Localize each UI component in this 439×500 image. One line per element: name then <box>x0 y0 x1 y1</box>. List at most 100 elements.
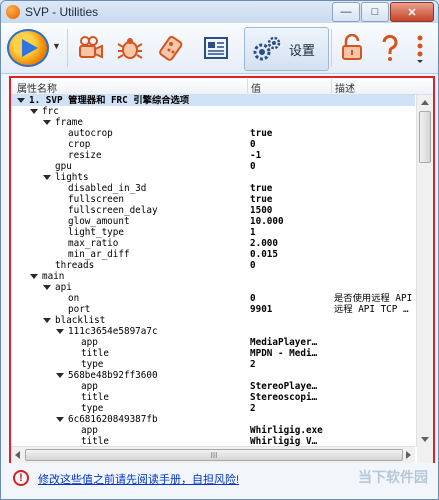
property-row[interactable]: autocrop true <box>11 128 415 139</box>
property-row[interactable]: 568be48b92ff3600 <box>11 370 415 381</box>
property-value[interactable]: 10.000 <box>250 216 284 227</box>
scroll-down-arrow-icon[interactable] <box>421 437 429 442</box>
property-row[interactable]: gpu 0 <box>11 161 415 172</box>
property-value[interactable]: 0.015 <box>250 249 278 260</box>
property-row[interactable]: app Whirligig.exe <box>11 425 415 436</box>
expand-toggle-icon[interactable] <box>43 175 51 180</box>
property-row[interactable]: port 9901 远程 API TCP … <box>11 304 415 315</box>
property-name: port <box>68 304 91 315</box>
property-value[interactable]: Whirligig.exe <box>250 425 323 436</box>
property-row[interactable]: title MPDN - Medi… <box>11 348 415 359</box>
expand-toggle-icon[interactable] <box>30 274 38 279</box>
chevron-down-icon[interactable]: ▼ <box>52 41 61 51</box>
expand-toggle-icon[interactable] <box>43 285 51 290</box>
vertical-scroll-thumb[interactable] <box>419 111 431 163</box>
help-icon[interactable] <box>373 31 407 65</box>
expand-toggle-icon[interactable] <box>56 373 64 378</box>
scroll-left-arrow-icon[interactable] <box>15 451 20 459</box>
remote-icon[interactable] <box>155 31 189 65</box>
property-row[interactable]: crop 0 <box>11 139 415 150</box>
unlock-icon[interactable] <box>335 31 369 65</box>
horizontal-scrollbar[interactable]: III <box>11 446 415 463</box>
minimize-button[interactable]: — <box>332 2 360 22</box>
scroll-corner <box>417 447 433 463</box>
expand-toggle-icon[interactable] <box>17 98 25 103</box>
property-value[interactable]: 2 <box>250 359 256 370</box>
property-name: app <box>81 425 98 436</box>
property-row[interactable]: title Stereoscopi… <box>11 392 415 403</box>
expand-toggle-icon[interactable] <box>56 329 64 334</box>
close-button[interactable]: ✕ <box>390 2 434 22</box>
property-value[interactable]: true <box>250 183 272 194</box>
property-row[interactable]: type 2 <box>11 403 415 414</box>
property-row[interactable]: resize -1 <box>11 150 415 161</box>
property-name: frame <box>55 117 83 128</box>
property-value[interactable]: 2 <box>250 403 256 414</box>
property-row[interactable]: fullscreen_delay 1500 <box>11 205 415 216</box>
column-header-description[interactable]: 描述 <box>335 80 355 95</box>
property-row[interactable]: main <box>11 271 415 282</box>
property-row[interactable]: type 2 <box>11 359 415 370</box>
property-row[interactable]: lights <box>11 172 415 183</box>
column-header-value[interactable]: 值 <box>251 80 261 95</box>
manual-warning-link[interactable]: 修改这些值之前请先阅读手册，自担风险! <box>38 471 239 487</box>
property-row[interactable]: on 0 是否使用远程 API <box>11 293 415 304</box>
property-row[interactable]: 1. SVP 管理器和 FRC 引擎综合选项 <box>11 95 415 106</box>
property-row[interactable]: frc <box>11 106 415 117</box>
property-name: type <box>81 403 104 414</box>
settings-tab-button[interactable]: 设置 <box>244 27 329 71</box>
column-header: 属性名称 值 描述 <box>11 78 433 95</box>
expand-toggle-icon[interactable] <box>56 417 64 422</box>
property-row[interactable]: api <box>11 282 415 293</box>
property-name: autocrop <box>68 128 113 139</box>
expand-toggle-icon[interactable] <box>30 109 38 114</box>
property-row[interactable]: blacklist <box>11 315 415 326</box>
property-row[interactable]: glow_amount 10.000 <box>11 216 415 227</box>
property-value[interactable]: 1 <box>250 227 256 238</box>
property-value[interactable]: 9901 <box>250 304 272 315</box>
property-name: glow_amount <box>68 216 130 227</box>
expand-toggle-icon[interactable] <box>43 318 51 323</box>
scroll-right-arrow-icon[interactable] <box>406 451 411 459</box>
property-row[interactable]: light_type 1 <box>11 227 415 238</box>
property-value[interactable]: Stereoscopi… <box>250 392 317 403</box>
property-value[interactable]: 0 <box>250 260 256 271</box>
property-row[interactable]: disabled_in_3d true <box>11 183 415 194</box>
property-name: fullscreen_delay <box>68 205 158 216</box>
property-row[interactable]: fullscreen true <box>11 194 415 205</box>
property-row[interactable]: frame <box>11 117 415 128</box>
maximize-button[interactable]: □ <box>361 2 389 22</box>
more-options-icon[interactable] <box>406 31 434 65</box>
property-row[interactable]: threads 0 <box>11 260 415 271</box>
property-row[interactable]: 111c3654e5897a7c <box>11 326 415 337</box>
property-value[interactable]: 1500 <box>250 205 272 216</box>
property-value[interactable]: true <box>250 128 272 139</box>
camera-icon[interactable] <box>73 31 107 65</box>
property-value[interactable]: MPDN - Medi… <box>250 348 317 359</box>
property-value[interactable]: 2.000 <box>250 238 278 249</box>
property-row[interactable]: app StereoPlaye… <box>11 381 415 392</box>
scroll-up-arrow-icon[interactable] <box>421 100 429 105</box>
property-value[interactable]: StereoPlaye… <box>250 381 317 392</box>
vertical-scrollbar[interactable] <box>416 95 433 447</box>
expand-toggle-icon[interactable] <box>43 120 51 125</box>
column-divider[interactable] <box>331 79 332 93</box>
property-name: 6c681620849387fb <box>68 414 158 425</box>
property-value[interactable]: -1 <box>250 150 261 161</box>
property-row[interactable]: 6c681620849387fb <box>11 414 415 425</box>
property-value[interactable]: 0 <box>250 139 256 150</box>
property-value[interactable]: MediaPlayer… <box>250 337 317 348</box>
property-grid: 属性名称 值 描述 1. SVP 管理器和 FRC 引擎综合选项 frc frame… <box>9 76 435 465</box>
property-row[interactable]: min_ar_diff 0.015 <box>11 249 415 260</box>
document-icon[interactable] <box>199 31 233 65</box>
property-row[interactable]: max_ratio 2.000 <box>11 238 415 249</box>
column-divider[interactable] <box>247 79 248 93</box>
horizontal-scroll-thumb[interactable]: III <box>25 449 403 461</box>
property-value[interactable]: 0 <box>250 161 256 172</box>
property-row[interactable]: app MediaPlayer… <box>11 337 415 348</box>
svp-logo-menu-button[interactable] <box>7 29 49 67</box>
property-value[interactable]: true <box>250 194 272 205</box>
bug-icon[interactable] <box>113 31 147 65</box>
property-value[interactable]: 0 <box>250 293 256 304</box>
column-header-name[interactable]: 属性名称 <box>17 80 57 95</box>
